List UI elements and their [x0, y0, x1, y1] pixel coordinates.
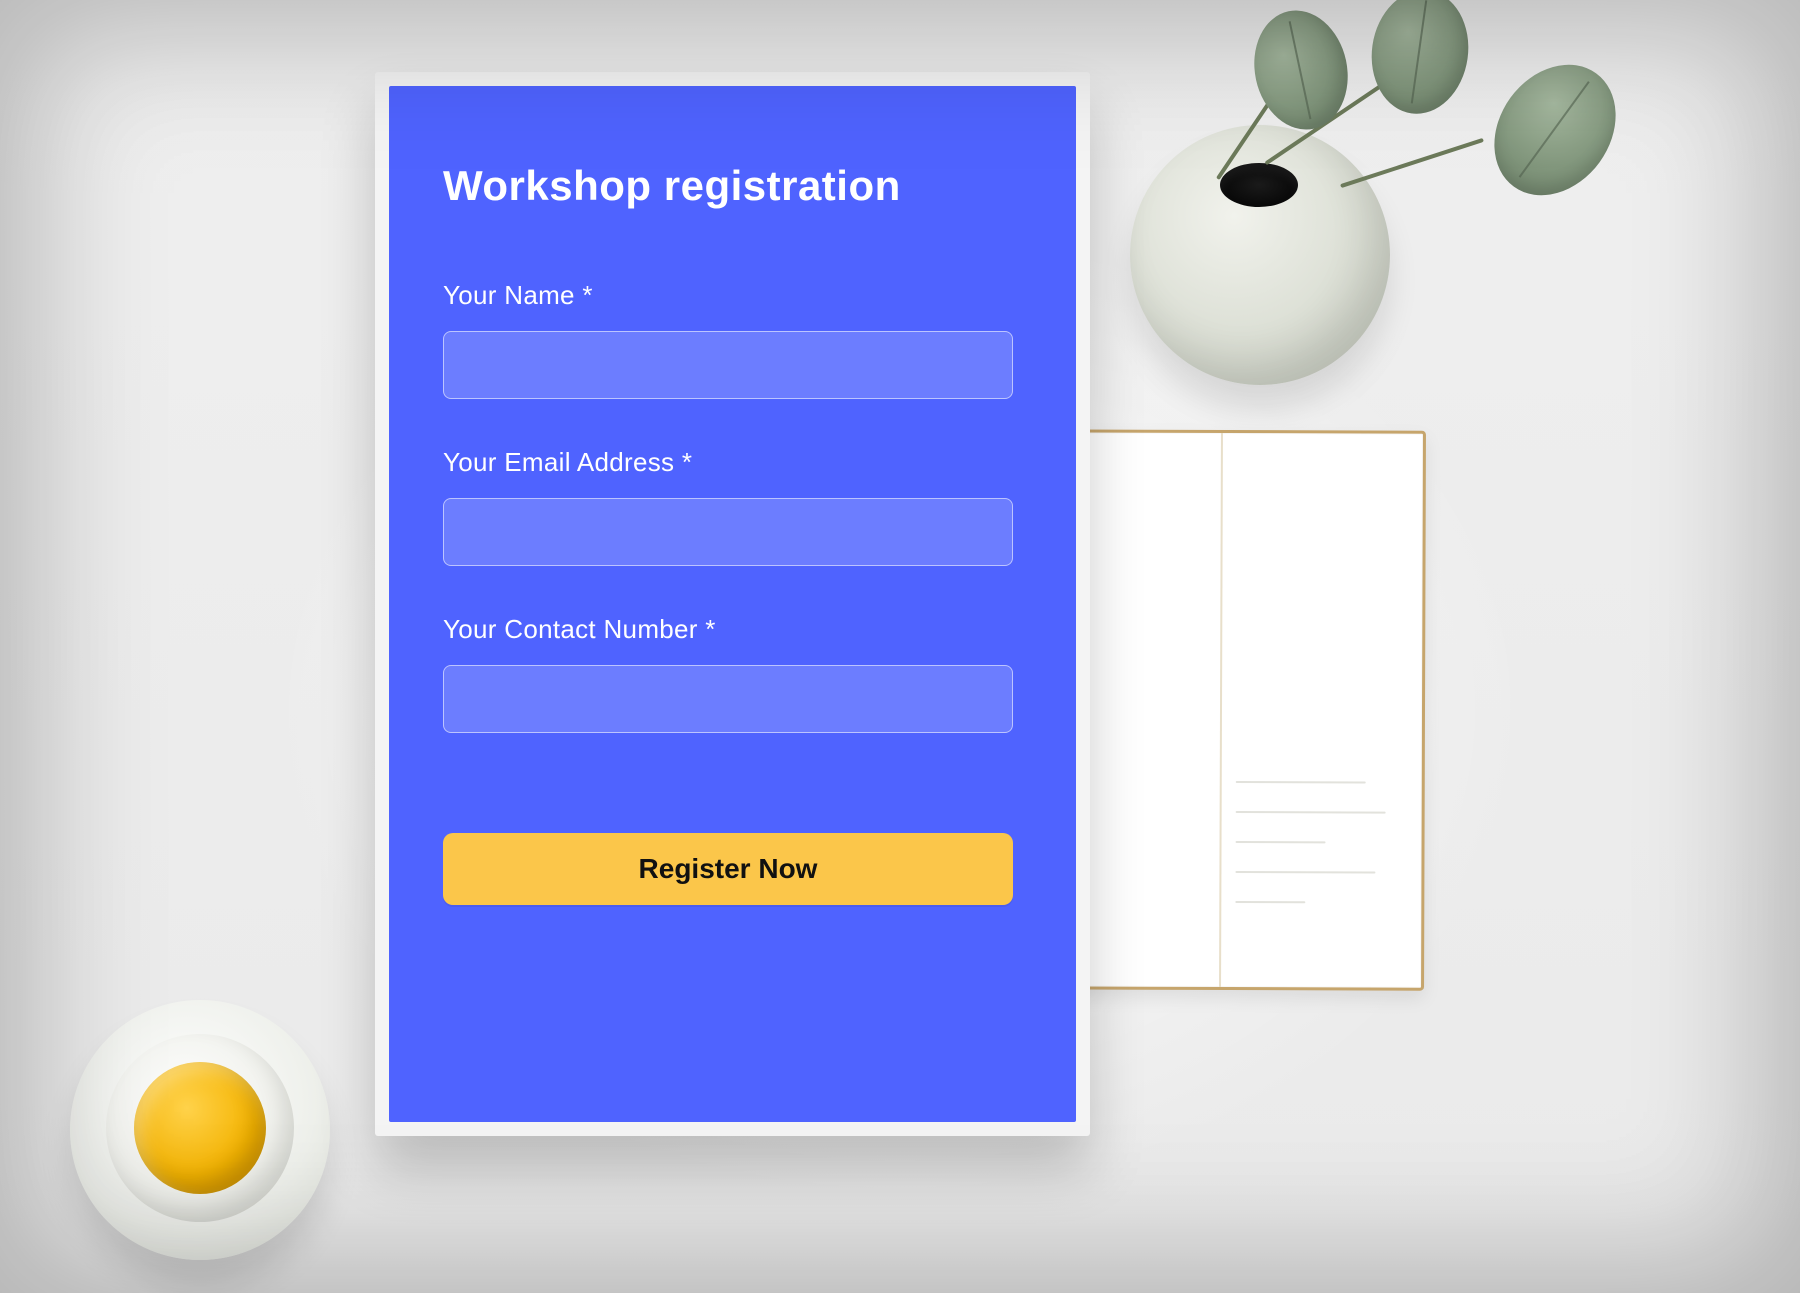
- plant-leaf: [1364, 0, 1476, 120]
- plant-stem: [1340, 138, 1484, 188]
- contact-input[interactable]: [443, 665, 1013, 733]
- form-card: Workshop registration Your Name * Your E…: [375, 72, 1090, 1136]
- field-name: Your Name *: [443, 280, 1022, 399]
- email-input[interactable]: [443, 498, 1013, 566]
- name-label: Your Name *: [443, 280, 1022, 311]
- vase-prop: [1130, 125, 1390, 385]
- field-contact: Your Contact Number *: [443, 614, 1022, 733]
- form-card-inner: Workshop registration Your Name * Your E…: [389, 86, 1076, 1122]
- form-title: Workshop registration: [443, 162, 1022, 210]
- desk-scene: Workshop registration Your Name * Your E…: [0, 0, 1800, 1293]
- contact-label: Your Contact Number *: [443, 614, 1022, 645]
- name-input[interactable]: [443, 331, 1013, 399]
- email-label: Your Email Address *: [443, 447, 1022, 478]
- field-email: Your Email Address *: [443, 447, 1022, 566]
- plant-leaf: [1469, 41, 1640, 219]
- register-button[interactable]: Register Now: [443, 833, 1013, 905]
- tea-liquid-prop: [134, 1062, 266, 1194]
